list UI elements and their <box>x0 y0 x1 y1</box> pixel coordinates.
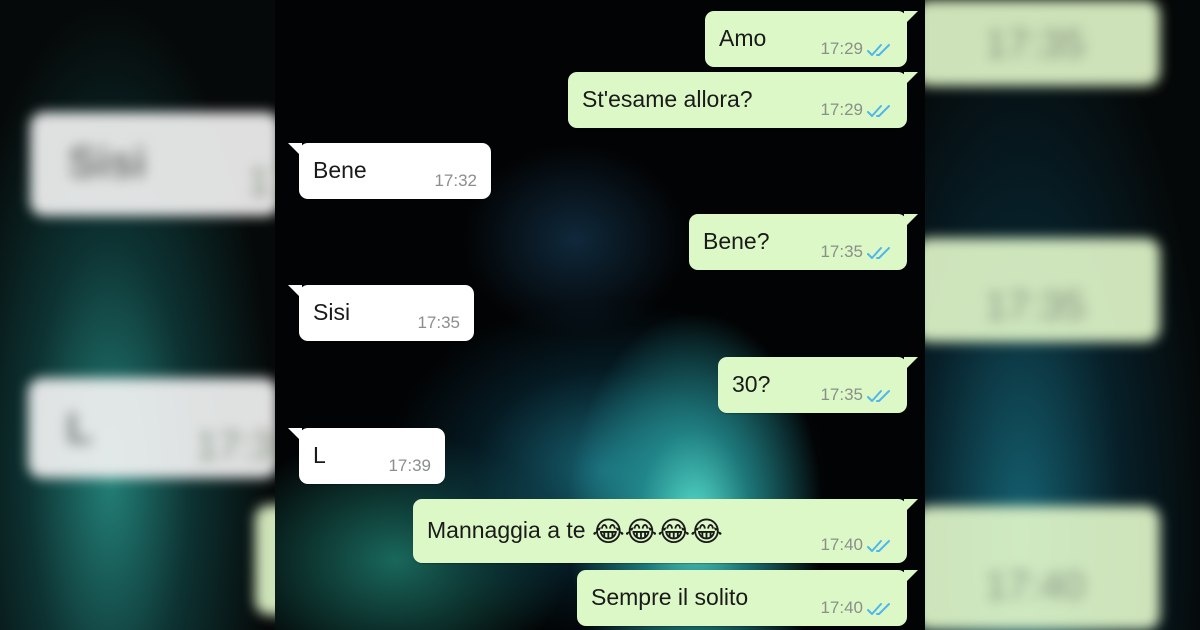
message-text: Mannaggia a te 😂😂😂😂 <box>427 515 723 548</box>
blurred-message-time: 17:35 <box>248 160 275 204</box>
read-ticks-icon <box>867 603 890 615</box>
read-ticks-icon <box>867 44 890 56</box>
message-bubble-outgoing[interactable]: Bene? 17:35 <box>689 214 918 270</box>
read-ticks-icon <box>867 390 890 402</box>
blurred-outgoing-bubble: 17:40 <box>925 506 1160 630</box>
blurred-message-text: Sisi <box>68 138 147 187</box>
message-time: 17:35 <box>417 313 460 332</box>
message-text: Bene? <box>703 228 770 254</box>
blurred-outgoing-bubble: 17:35 <box>925 238 1160 342</box>
message-bubble-outgoing[interactable]: 30? 17:35 <box>718 357 918 413</box>
blurred-incoming-bubble: L 17:39 <box>28 378 275 478</box>
chat-conversation[interactable]: Amo 17:29 St'esame allora? 17:29 Bene 17… <box>275 0 925 630</box>
message-text: Sisi <box>313 299 351 325</box>
message-text: St'esame allora? <box>582 86 753 112</box>
message-bubble-outgoing[interactable]: St'esame allora? 17:29 <box>568 72 918 128</box>
read-ticks-icon <box>867 105 890 117</box>
message-time: 17:29 <box>820 39 863 58</box>
read-ticks-icon <box>867 247 890 259</box>
message-text: Bene <box>313 157 367 183</box>
message-time: 17:40 <box>820 535 863 554</box>
message-bubble-incoming[interactable]: Sisi 17:35 <box>288 285 474 341</box>
message-time: 17:35 <box>820 242 863 261</box>
message-text: L <box>313 442 326 468</box>
blurred-outgoing-bubble: 17:35 <box>925 0 1160 86</box>
blurred-message-time: 17:39 <box>196 424 275 468</box>
message-text: 30? <box>732 371 771 397</box>
message-time: 17:32 <box>434 171 477 190</box>
message-text-content: Mannaggia a te <box>427 517 586 543</box>
message-time: 17:35 <box>820 385 863 404</box>
blurred-message-time: 17:35 <box>985 284 1086 328</box>
message-text: Amo <box>719 25 767 51</box>
blurred-right-panel: 17:35 17:35 17:40 <box>925 0 1200 630</box>
message-text: Sempre il solito <box>591 584 749 610</box>
read-ticks-icon <box>867 540 890 552</box>
message-bubble-incoming[interactable]: Bene 17:32 <box>288 143 491 199</box>
blurred-left-panel: Sisi 17:35 L 17:39 <box>0 0 275 630</box>
message-bubble-outgoing[interactable]: Sempre il solito 17:40 <box>577 570 918 626</box>
tears-of-joy-emoji: 😂😂😂😂 <box>591 516 723 547</box>
message-time: 17:39 <box>388 456 431 475</box>
blurred-message-time: 17:35 <box>985 22 1086 66</box>
message-bubble-outgoing[interactable]: Mannaggia a te 😂😂😂😂 17:40 <box>413 499 918 563</box>
blurred-message-text: L <box>66 404 93 453</box>
blurred-incoming-bubble: Sisi 17:35 <box>30 112 275 216</box>
blurred-message-time: 17:40 <box>985 564 1086 608</box>
message-bubble-incoming[interactable]: L 17:39 <box>288 428 445 484</box>
message-time: 17:29 <box>820 100 863 119</box>
message-time: 17:40 <box>820 598 863 617</box>
message-bubble-outgoing[interactable]: Amo 17:29 <box>705 11 918 67</box>
blurred-outgoing-bubble <box>255 505 275 615</box>
